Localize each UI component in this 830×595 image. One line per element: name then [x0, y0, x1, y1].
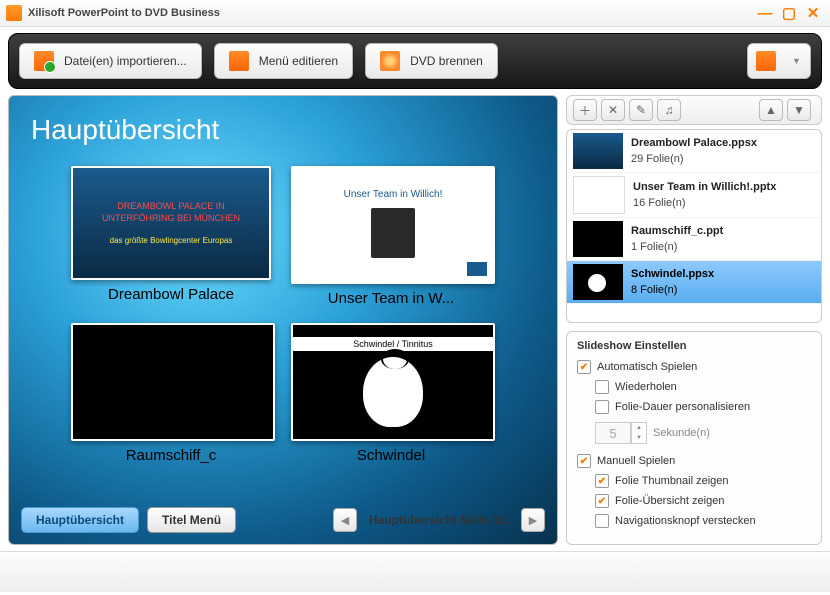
file-thumb: [573, 221, 623, 257]
thumbnail-checkbox[interactable]: ✔Folie Thumbnail zeigen: [595, 474, 811, 488]
file-name: Dreambowl Palace.ppsx: [631, 137, 815, 149]
file-thumb: [573, 133, 623, 169]
prev-page-button[interactable]: ◀: [333, 508, 357, 532]
file-count: 16 Folie(n): [633, 197, 815, 209]
edit-file-button[interactable]: ✎: [629, 99, 653, 121]
file-row[interactable]: Unser Team in Willich!.pptx 16 Folie(n): [567, 173, 821, 218]
spin-down-icon[interactable]: ▼: [632, 433, 646, 443]
file-row[interactable]: Raumschiff_c.ppt 1 Folie(n): [567, 218, 821, 261]
slide-caption: Dreambowl Palace: [71, 286, 271, 303]
duration-spinner[interactable]: ▲▼ Sekunde(n): [595, 422, 710, 444]
slide-item[interactable]: Unser Team in Willich! Unser Team in W..…: [291, 166, 491, 307]
slide-item[interactable]: DREAMBOWL PALACE IN UNTERFÖHRING BEI MÜN…: [71, 166, 271, 307]
file-list: Dreambowl Palace.ppsx 29 Folie(n) Unser Te…: [566, 129, 822, 323]
file-name: Raumschiff_c.ppt: [631, 225, 815, 237]
music-button[interactable]: ♫: [657, 99, 681, 121]
slide-thumb: [71, 323, 275, 441]
window-title: Xilisoft PowerPoint to DVD Business: [28, 7, 752, 19]
settings-dropdown-button[interactable]: ▼: [747, 43, 811, 79]
next-page-button[interactable]: ▶: [521, 508, 545, 532]
burn-label: DVD brennen: [410, 54, 483, 68]
minimize-button[interactable]: —: [754, 4, 776, 22]
menu-preview: Hauptübersicht DREAMBOWL PALACE IN UNTER…: [8, 95, 558, 545]
slide-thumb: Unser Team in Willich!: [291, 166, 495, 284]
settings-icon: [756, 51, 776, 71]
remove-file-button[interactable]: ✕: [601, 99, 625, 121]
file-row[interactable]: Dreambowl Palace.ppsx 29 Folie(n): [567, 130, 821, 173]
main-toolbar: Datei(en) importieren... Menü editieren …: [8, 33, 822, 89]
slide-thumb: Schwindel / Tinnitus: [291, 323, 495, 441]
import-button[interactable]: Datei(en) importieren...: [19, 43, 202, 79]
overview-checkbox[interactable]: ✔Folie-Übersicht zeigen: [595, 494, 811, 508]
chevron-down-icon: ▼: [792, 56, 802, 66]
app-icon: [6, 5, 22, 21]
slide-item[interactable]: Raumschiff_c: [71, 323, 271, 464]
slide-caption: Unser Team in W...: [291, 290, 491, 307]
file-name: Unser Team in Willich!.pptx: [633, 181, 815, 193]
burn-icon: [380, 51, 400, 71]
hauptuebersicht-button[interactable]: Hauptübersicht: [21, 507, 139, 533]
titel-menu-button[interactable]: Titel Menü: [147, 507, 236, 533]
edit-menu-button[interactable]: Menü editieren: [214, 43, 353, 79]
spin-up-icon[interactable]: ▲: [632, 423, 646, 433]
titlebar: Xilisoft PowerPoint to DVD Business — ▢ …: [0, 0, 830, 27]
file-row[interactable]: Schwindel.ppsx 8 Folie(n): [567, 261, 821, 304]
page-indicator: Hauptübersicht Seite 1/1: [369, 513, 509, 527]
maximize-button[interactable]: ▢: [778, 4, 800, 22]
person-photo: [371, 208, 415, 258]
file-thumb: [573, 264, 623, 300]
file-count: 8 Folie(n): [631, 284, 815, 296]
face-drawing: [363, 357, 423, 427]
edit-menu-label: Menü editieren: [259, 54, 338, 68]
footer: [0, 551, 830, 592]
slide-thumb: DREAMBOWL PALACE IN UNTERFÖHRING BEI MÜN…: [71, 166, 271, 280]
burn-button[interactable]: DVD brennen: [365, 43, 498, 79]
slide-caption: Raumschiff_c: [71, 447, 271, 464]
menu-icon: [229, 51, 249, 71]
slideshow-settings: Slideshow Einstellen ✔Automatisch Spiele…: [566, 331, 822, 545]
file-toolbar: ＋ ✕ ✎ ♫ ▲ ▼: [566, 95, 822, 125]
slide-caption: Schwindel: [291, 447, 491, 464]
repeat-checkbox[interactable]: Wiederholen: [595, 380, 811, 394]
move-up-button[interactable]: ▲: [759, 99, 783, 121]
move-down-button[interactable]: ▼: [787, 99, 811, 121]
file-count: 29 Folie(n): [631, 153, 815, 165]
manual-play-checkbox[interactable]: ✔Manuell Spielen: [577, 454, 811, 468]
preview-nav: Hauptübersicht Titel Menü ◀ Hauptübersic…: [21, 507, 545, 533]
auto-play-checkbox[interactable]: ✔Automatisch Spielen: [577, 360, 811, 374]
import-icon: [34, 51, 54, 71]
slide-item[interactable]: Schwindel / Tinnitus Schwindel: [291, 323, 491, 464]
preview-heading: Hauptübersicht: [31, 114, 557, 146]
file-name: Schwindel.ppsx: [631, 268, 815, 280]
file-count: 1 Folie(n): [631, 241, 815, 253]
logo-badge: [467, 262, 487, 276]
duration-checkbox[interactable]: Folie-Dauer personalisieren: [595, 400, 811, 414]
hide-nav-checkbox[interactable]: Navigationsknopf verstecken: [595, 514, 811, 528]
file-thumb: [573, 176, 625, 214]
import-label: Datei(en) importieren...: [64, 54, 187, 68]
settings-title: Slideshow Einstellen: [577, 340, 811, 352]
close-button[interactable]: ✕: [802, 4, 824, 22]
add-file-button[interactable]: ＋: [573, 99, 597, 121]
duration-input[interactable]: [595, 422, 631, 444]
